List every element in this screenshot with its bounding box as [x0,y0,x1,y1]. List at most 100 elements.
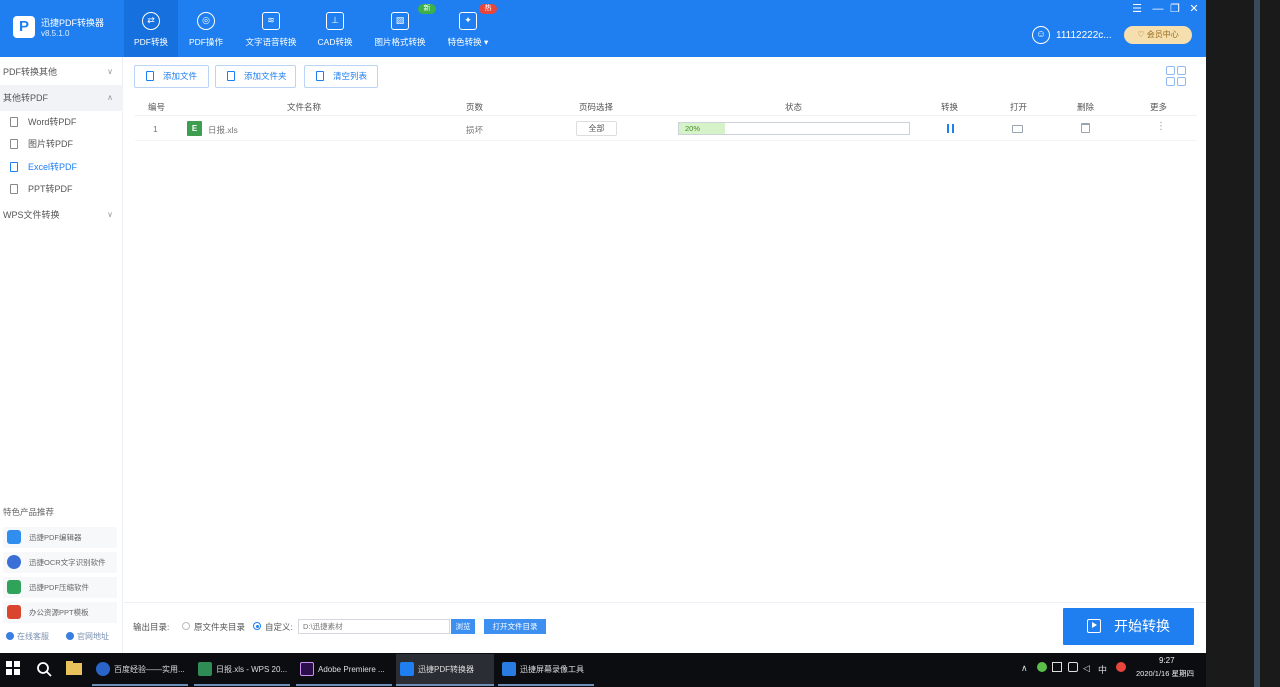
pdf-operate-icon: ◎ [197,12,215,30]
premiere-icon [300,662,314,676]
sidebar-item-label: Excel转PDF [28,162,78,172]
page-select-button[interactable]: 全部 [576,121,617,136]
windows-start-icon[interactable] [6,661,22,677]
taskbar-app-label: 迅捷PDF转换器 [418,665,474,674]
excel-file-icon: E [187,121,202,136]
promo-pdf-compress[interactable]: 迅捷PDF压缩软件 [3,577,117,598]
col-page-select: 页码选择 [579,102,614,112]
start-convert-label: 开始转换 [1114,618,1170,634]
grid-view-icon[interactable] [1166,66,1187,87]
row-pages: 损坏 [466,125,484,135]
taskbar-app-browser[interactable]: 百度经验——实用... [92,654,188,686]
col-convert: 转换 [941,102,959,112]
tab-pdf-convert[interactable]: ⇄ PDF转换 [124,0,178,57]
output-path-input[interactable] [298,619,450,634]
promo-label: 迅捷OCR文字识别软件 [29,558,106,567]
promo-ocr[interactable]: 迅捷OCR文字识别软件 [3,552,117,573]
document-icon [10,162,18,172]
radio-custom-dir[interactable] [253,622,261,630]
file-explorer-icon[interactable] [66,661,82,677]
sidebar-group-label: 其他转PDF [3,93,49,103]
tray-caret-icon[interactable]: ∧ [1021,663,1028,674]
sidebar-item-excel-to-pdf[interactable]: Excel转PDF [0,156,123,178]
tab-label: PDF操作 [188,37,223,47]
user-avatar-icon[interactable]: ☺ [1032,26,1050,44]
browse-button[interactable]: 浏览 [451,619,475,634]
desktop-edge [1206,0,1280,687]
promo-label: 迅捷PDF压缩软件 [29,583,89,592]
radio-original-dir[interactable] [182,622,190,630]
add-file-button[interactable]: 添加文件 [134,65,209,88]
feature-icon: ✦ [459,12,477,30]
promo-title: 特色产品推荐 [3,507,55,517]
start-convert-button[interactable]: 开始转换 [1063,608,1194,645]
col-index: 编号 [148,102,166,112]
service-icon [6,632,14,640]
volume-tray-icon[interactable]: ◁ [1083,663,1090,674]
document-icon [10,184,18,194]
tab-pdf-operate[interactable]: ◎ PDF操作 [181,0,231,57]
sidebar-group-other-to-pdf[interactable]: 其他转PDF ∧ [0,85,123,111]
more-icon[interactable]: ⋮ [1156,121,1166,132]
row-index: 1 [153,124,158,134]
compress-icon [7,580,21,594]
taskbar-app-label: 迅捷屏幕录像工具 [520,665,584,674]
sidebar-group-wps[interactable]: WPS文件转换 ∨ [0,202,123,228]
website-label: 官网地址 [77,632,109,641]
pdf-editor-icon [7,530,21,544]
sidebar-item-word-to-pdf[interactable]: Word转PDF [0,111,123,133]
taskbar-app-pdf-converter[interactable]: 迅捷PDF转换器 [396,654,494,686]
tab-text-voice[interactable]: ≋ 文字语音转换 [240,0,302,57]
table-header: 编号 文件名称 页数 页码选择 状态 转换 打开 删除 更多 [135,96,1197,116]
clock-date[interactable]: 2020/1/16 星期四 [1136,668,1194,679]
globe-icon [66,632,74,640]
desktop-edge-bar [1254,0,1260,687]
taskbar-app-screen-recorder[interactable]: 迅捷屏幕录像工具 [498,654,594,686]
promo-ppt-template[interactable]: 办公资源PPT模板 [3,602,117,623]
network-tray-icon[interactable] [1052,662,1062,672]
tab-label: 特色转换 ▾ [447,37,489,47]
promo-pdf-editor[interactable]: 迅捷PDF编辑器 [3,527,117,548]
pdf-converter-icon [400,662,414,676]
pause-icon[interactable] [947,124,954,133]
sidebar-item-label: 图片转PDF [28,139,74,149]
chevron-down-icon: ∨ [107,67,113,76]
clear-list-button[interactable]: 清空列表 [304,65,378,88]
website-link[interactable]: 官网地址 [66,631,109,642]
taskbar-app-premiere[interactable]: Adobe Premiere ... [296,654,392,686]
taskbar-app-wps[interactable]: 日报.xls - WPS 20... [194,654,290,686]
table-row[interactable]: 1 E 日报.xls 损坏 全部 20% ⋮ [135,117,1197,141]
play-icon [1087,619,1101,633]
sidebar-item-image-to-pdf[interactable]: 图片转PDF [0,133,123,155]
clock-time[interactable]: 9:27 [1159,656,1175,665]
add-folder-button[interactable]: 添加文件夹 [215,65,296,88]
trash-icon[interactable] [1081,123,1090,133]
voice-icon: ≋ [262,12,280,30]
chevron-down-icon: ∨ [107,210,113,219]
promo-label: 迅捷PDF编辑器 [29,533,82,542]
search-icon[interactable] [36,661,52,677]
custom-dir-label: 自定义: [265,622,293,632]
sidebar-group-pdf-to-other[interactable]: PDF转换其他 ∨ [0,59,123,85]
notification-tray-icon[interactable] [1116,662,1126,672]
close-icon[interactable]: ✕ [1186,1,1202,17]
tab-cad[interactable]: ⊥ CAD转换 [312,0,358,57]
open-dir-button[interactable]: 打开文件目录 [484,619,546,634]
image-icon: ▨ [391,12,409,30]
sidebar-item-ppt-to-pdf[interactable]: PPT转PDF [0,178,123,200]
menu-icon[interactable]: ☰ [1129,1,1145,17]
restore-icon[interactable]: ❐ [1167,1,1183,17]
member-center-button[interactable]: ♡ 会员中心 [1124,26,1192,44]
clear-list-label: 清空列表 [333,71,368,81]
online-service-link[interactable]: 在线客服 [6,631,49,642]
screen-recorder-icon [502,662,516,676]
ime-indicator[interactable]: 中 [1098,663,1107,676]
wechat-tray-icon[interactable] [1037,662,1047,672]
folder-open-icon[interactable] [1012,125,1023,133]
tab-label: 文字语音转换 [245,37,297,47]
grid-cell [1177,77,1186,86]
user-name[interactable]: 11112222c... [1056,30,1112,41]
display-tray-icon[interactable] [1068,662,1078,672]
minimize-icon[interactable]: — [1150,1,1166,17]
hot-badge: 热 [479,4,497,14]
